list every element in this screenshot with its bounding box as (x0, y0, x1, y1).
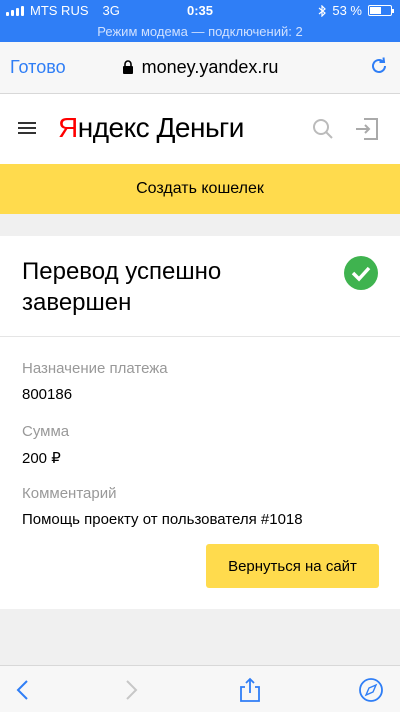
status-bar: MTS RUS 3G 0:35 53 % (0, 0, 400, 22)
yandex-money-logo[interactable]: Яндекс Деньги (58, 112, 244, 144)
back-icon[interactable] (10, 677, 36, 703)
menu-icon[interactable] (18, 122, 36, 135)
search-icon[interactable] (312, 118, 334, 140)
divider (0, 336, 400, 337)
payment-result-card: Перевод успешно завершен Назначение плат… (0, 236, 400, 609)
forward-icon[interactable] (118, 677, 144, 703)
battery-icon (368, 5, 394, 16)
result-title: Перевод успешно завершен (22, 258, 222, 316)
url-text: money.yandex.ru (141, 57, 279, 77)
comment-value: Помощь проекту от пользователя #1018 (22, 511, 303, 528)
purpose-label: Назначение платежа (22, 360, 168, 377)
share-icon[interactable] (237, 677, 263, 703)
success-check-icon (344, 256, 378, 290)
browser-bar: Готово money.yandex.ru (0, 42, 400, 94)
amount-label: Сумма (22, 423, 70, 440)
comment-label: Комментарий (22, 485, 117, 502)
create-wallet-button[interactable]: Создать кошелек (0, 164, 400, 214)
battery-percent: 53 % (332, 3, 362, 18)
bluetooth-icon (318, 4, 327, 17)
login-icon[interactable] (354, 116, 380, 142)
browser-toolbar (0, 665, 400, 712)
compass-icon[interactable] (358, 677, 384, 703)
purpose-value: 800186 (22, 386, 73, 403)
address-bar[interactable]: money.yandex.ru (0, 57, 400, 78)
reload-icon[interactable] (368, 55, 390, 77)
lock-icon (122, 60, 133, 74)
return-to-site-button[interactable]: Вернуться на сайт (206, 544, 379, 588)
hotspot-banner[interactable]: Режим модема — подключений: 2 (0, 22, 400, 42)
site-header: Яндекс Деньги (0, 94, 400, 164)
amount-value: 200 ₽ (22, 450, 61, 467)
